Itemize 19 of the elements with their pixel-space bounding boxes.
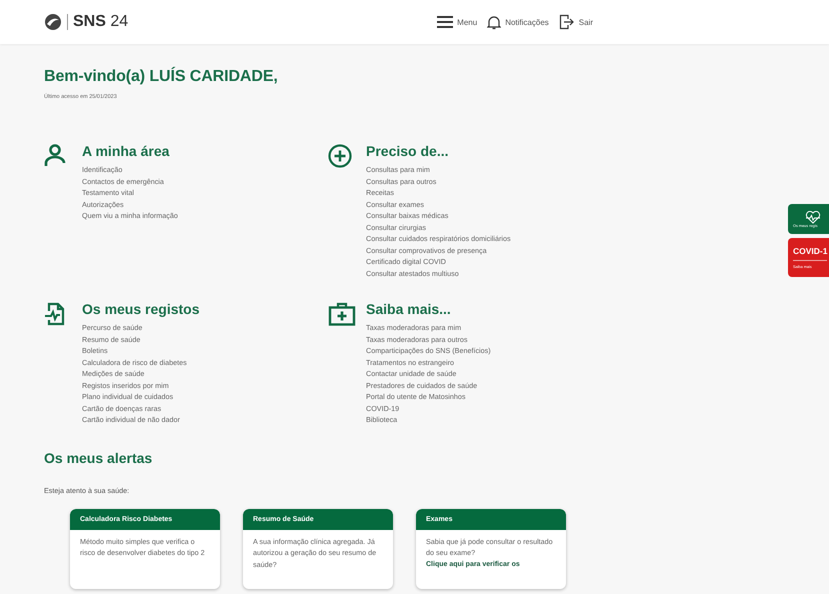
notifications-button[interactable]: Notificações xyxy=(487,14,549,30)
plus-circle-icon xyxy=(328,144,352,168)
heart-pulse-icon xyxy=(805,210,821,224)
section-title: A minha área xyxy=(82,143,170,159)
menu-button[interactable]: Menu xyxy=(437,16,478,28)
person-icon xyxy=(44,144,66,168)
logout-button[interactable]: Sair xyxy=(558,14,593,30)
welcome-title: Bem-vindo(a) LUÍS CARIDADE, xyxy=(44,68,279,86)
logo-text: SNS 24 xyxy=(73,13,128,31)
alerts-title: Os meus alertas xyxy=(44,450,154,466)
first-aid-kit-icon xyxy=(328,302,356,326)
section-title: Saiba mais... xyxy=(366,301,452,317)
bell-icon xyxy=(487,14,502,30)
section-title: Os meus registos xyxy=(82,301,200,317)
logo-icon xyxy=(44,13,62,31)
section-title: Preciso de... xyxy=(366,143,450,159)
health-document-icon xyxy=(44,302,66,326)
logout-icon xyxy=(558,14,575,30)
menu-icon xyxy=(437,16,454,28)
